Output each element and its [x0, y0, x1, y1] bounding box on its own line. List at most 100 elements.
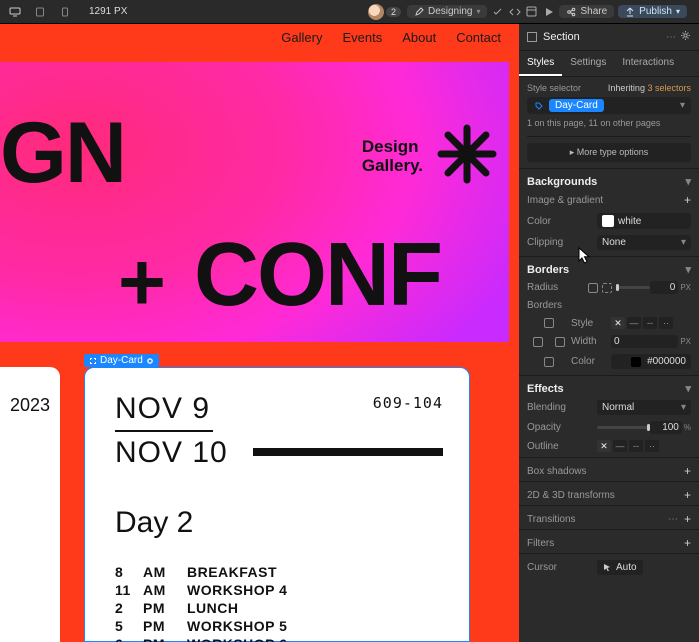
border-color-label: Color [571, 356, 611, 367]
mode-label: Designing [428, 6, 472, 17]
tab-interactions[interactable]: Interactions [614, 51, 682, 76]
device-mobile-icon[interactable] [58, 5, 71, 18]
border-color-field[interactable]: #000000 [611, 354, 691, 369]
selector-note: 1 on this page, 11 on other pages [527, 114, 691, 132]
nav-about[interactable]: About [402, 30, 436, 45]
add-img-gradient-button[interactable]: + [684, 193, 691, 207]
chevron-down-icon[interactable]: ▾ [685, 263, 691, 276]
schedule-row: 5PMWORKSHOP 5 [115, 618, 439, 634]
day-card[interactable]: NOV 9 NOV 10 609-104 Day 2 8AMBREAKFAST … [84, 367, 470, 642]
outline-dashed[interactable]: -- [629, 440, 643, 452]
filters-label[interactable]: Filters [527, 538, 684, 549]
inherit-link[interactable]: 3 selectors [647, 83, 691, 93]
border-edge-picker[interactable] [544, 357, 554, 367]
more-icon[interactable]: ⋯ [668, 514, 678, 525]
chevron-down-icon[interactable]: ▾ [685, 175, 691, 188]
color-swatch[interactable] [631, 357, 641, 367]
opacity-slider[interactable] [597, 426, 650, 429]
topbar: 1291 PX 2 Designing ▾ Share Publish ▾ [0, 0, 699, 24]
chevron-down-icon[interactable]: ▾ [685, 382, 691, 395]
outline-label: Outline [527, 441, 597, 452]
panel-tabs: Styles Settings Interactions [519, 51, 699, 77]
device-desktop-icon[interactable] [8, 5, 21, 18]
avatar-count[interactable]: 2 [386, 7, 401, 17]
border-style-dashed[interactable]: -- [643, 317, 657, 329]
borders-header[interactable]: Borders [527, 264, 569, 276]
chevron-down-icon[interactable]: ▾ [676, 100, 689, 111]
opacity-input[interactable]: 100 [650, 421, 682, 434]
img-gradient-label: Image & gradient [527, 195, 684, 206]
more-icon[interactable]: ⋯ [666, 32, 676, 43]
schedule: 8AMBREAKFAST 11AMWORKSHOP 4 2PMLUNCH 5PM… [115, 564, 439, 642]
opacity-label: Opacity [527, 422, 597, 433]
hero-text-plus: + [118, 236, 164, 330]
color-swatch[interactable] [602, 215, 614, 227]
transforms-label[interactable]: 2D & 3D transforms [527, 490, 684, 501]
date-divider [115, 430, 213, 432]
code-icon[interactable] [508, 5, 521, 18]
hero-text-gn: GN [0, 104, 125, 203]
day-title: Day 2 [115, 506, 439, 540]
check-icon[interactable] [491, 5, 504, 18]
schedule-row: 11AMWORKSHOP 4 [115, 582, 439, 598]
selector-field[interactable]: Day-Card ▾ [527, 97, 691, 114]
radius-input[interactable]: 0 [650, 281, 679, 294]
cursor-label: Cursor [527, 562, 597, 573]
schedule-row: 2PMLUNCH [115, 600, 439, 616]
canvas[interactable]: Gallery Events About Contact Design Gall… [0, 24, 519, 642]
settings-gear-icon[interactable] [680, 30, 691, 44]
card-code: 609-104 [373, 394, 443, 412]
selector-tag[interactable]: Day-Card [549, 99, 604, 112]
tab-settings[interactable]: Settings [562, 51, 614, 76]
prev-day-card: 2023 [0, 367, 60, 642]
style-selector-label: Style selector [527, 83, 581, 93]
box-shadows-label[interactable]: Box shadows [527, 466, 684, 477]
border-width-input[interactable]: 0 [611, 335, 678, 348]
transitions-label[interactable]: Transitions [527, 514, 668, 525]
mode-pill[interactable]: Designing ▾ [407, 5, 488, 18]
radius-uniform-icon[interactable] [588, 283, 598, 293]
effects-header[interactable]: Effects [527, 383, 564, 395]
panel-title: Section [543, 31, 666, 43]
bg-color-field[interactable]: white [597, 213, 691, 229]
card-bar [253, 448, 443, 456]
border-edge-picker[interactable] [533, 337, 543, 347]
border-edge-picker[interactable] [555, 337, 565, 347]
avatar[interactable] [368, 4, 384, 20]
selection-label[interactable]: Day-Card [84, 354, 159, 367]
add-transform-button[interactable]: + [684, 488, 691, 502]
nav-gallery[interactable]: Gallery [281, 30, 322, 45]
device-tablet-icon[interactable] [33, 5, 46, 18]
preview-panel-icon[interactable] [525, 5, 538, 18]
add-filter-button[interactable]: + [684, 536, 691, 550]
outline-solid[interactable]: — [613, 440, 627, 452]
outline-dotted[interactable]: ·· [645, 440, 659, 452]
star-icon [437, 124, 497, 184]
borders-sub-label: Borders [527, 300, 597, 311]
nav-contact[interactable]: Contact [456, 30, 501, 45]
cursor-select[interactable]: Auto [597, 560, 643, 575]
radius-individual-icon[interactable] [602, 283, 612, 293]
canvas-width[interactable]: 1291 PX [89, 6, 127, 17]
blending-select[interactable]: Normal▾ [597, 400, 691, 415]
clipping-select[interactable]: None▾ [597, 235, 691, 250]
publish-button[interactable]: Publish ▾ [618, 5, 687, 18]
border-style-solid[interactable]: — [627, 317, 641, 329]
hero-text-conf: CONF [194, 224, 441, 327]
share-button[interactable]: Share [559, 5, 614, 18]
more-type-options[interactable]: ▸ More type options [527, 143, 691, 162]
border-width-label: Width [571, 336, 611, 347]
backgrounds-header[interactable]: Backgrounds [527, 176, 597, 188]
tab-styles[interactable]: Styles [519, 51, 562, 76]
play-icon[interactable] [542, 5, 555, 18]
site-nav: Gallery Events About Contact [281, 30, 501, 45]
bg-color-label: Color [527, 216, 597, 227]
site-logo: Design Gallery [362, 138, 423, 175]
border-style-none[interactable]: ✕ [611, 317, 625, 329]
outline-none[interactable]: ✕ [597, 440, 611, 452]
nav-events[interactable]: Events [342, 30, 382, 45]
add-box-shadow-button[interactable]: + [684, 464, 691, 478]
border-style-dotted[interactable]: ·· [659, 317, 673, 329]
border-edge-picker[interactable] [544, 318, 554, 328]
add-transition-button[interactable]: + [684, 512, 691, 526]
